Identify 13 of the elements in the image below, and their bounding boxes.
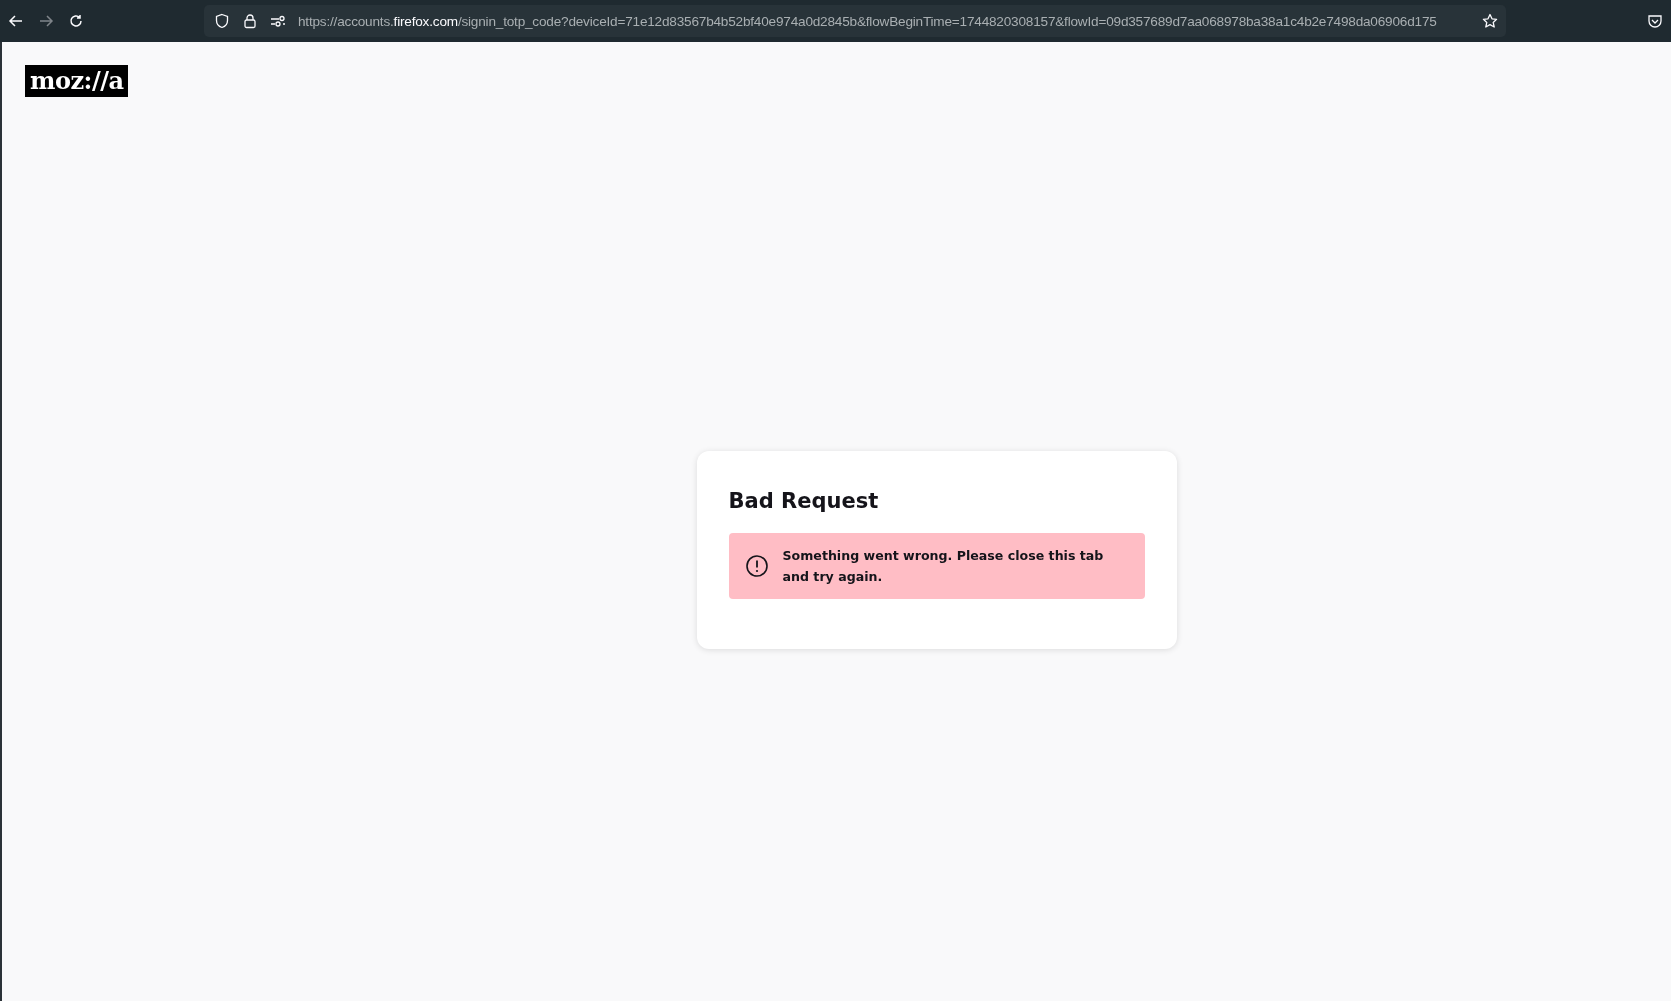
lock-icon[interactable] — [242, 13, 258, 29]
error-message: Something went wrong. Please close this tab and try again. — [782, 546, 1105, 586]
permissions-icon[interactable] — [270, 13, 286, 29]
card-title: Bad Request — [728, 488, 880, 513]
address-bar[interactable]: https://accounts.firefox.com/signin_totp_code?deviceId=71e12d83567b4b52bf40e974a0d2845b&flowBeginTime=1744820308157&flowId=09d357689d7aa068978ba38a1c4b2e7498da06906d175 — [204, 5, 1506, 37]
exclamation-icon — [744, 553, 769, 578]
star-icon[interactable] — [1482, 13, 1498, 29]
shield-icon[interactable] — [214, 13, 230, 29]
url-text: https://accounts.firefox.com/signin_totp_code?deviceId=71e12d83567b4b52bf40e974a0d2845b&flowBeginTime=1744820308157&flowId=09d357689d7aa068978ba38a1c4b2e7498da06906d175 — [298, 13, 1438, 29]
pocket-icon[interactable] — [1647, 13, 1663, 29]
mozilla-logo[interactable]: moz://a — [25, 65, 129, 97]
reload-icon[interactable] — [68, 13, 84, 29]
back-arrow-icon[interactable] — [8, 13, 24, 29]
